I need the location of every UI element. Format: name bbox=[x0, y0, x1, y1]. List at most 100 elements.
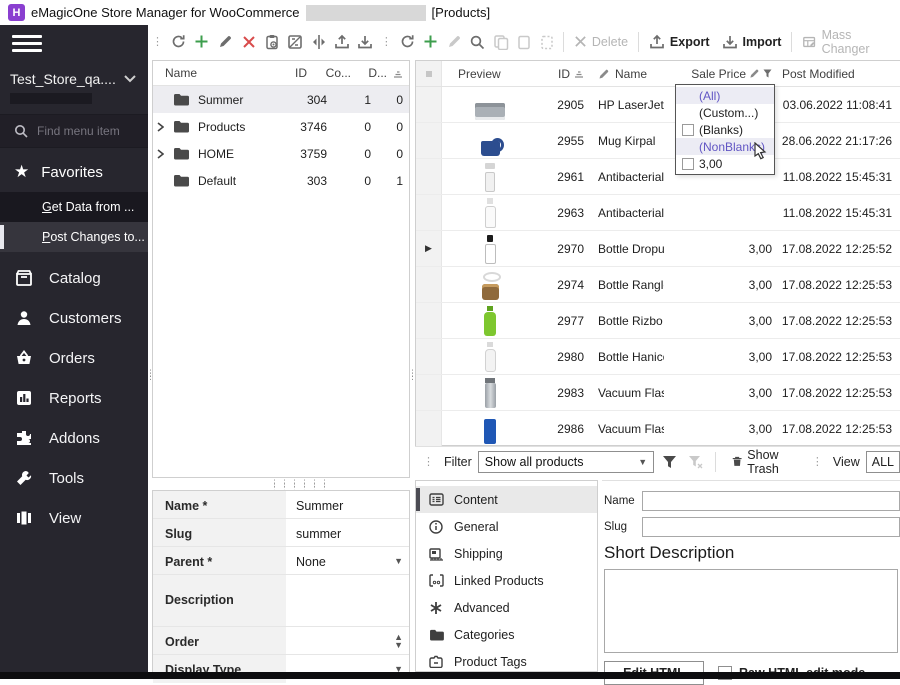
filter-icon[interactable] bbox=[763, 69, 772, 78]
paste-button[interactable] bbox=[512, 30, 535, 54]
product-row[interactable]: 2977 Bottle Rizbo 3,00 17.08.2022 12:25:… bbox=[416, 303, 900, 339]
store-selector[interactable]: Test_Store_qa.... bbox=[0, 57, 148, 89]
product-name-input[interactable] bbox=[642, 491, 900, 511]
tab-categories[interactable]: Categories bbox=[416, 621, 597, 648]
split-columns-button[interactable] bbox=[307, 30, 330, 54]
column-header-sale-price[interactable]: Sale Price bbox=[664, 67, 772, 81]
sidebar-item-orders[interactable]: Orders bbox=[0, 338, 148, 378]
column-header-count[interactable]: Co... bbox=[307, 66, 351, 80]
mass-changer-button[interactable]: Mass Changer bbox=[796, 28, 900, 56]
search-products-button[interactable] bbox=[466, 30, 489, 54]
hamburger-menu-icon[interactable] bbox=[12, 35, 42, 57]
sidebar-item-customers[interactable]: Customers bbox=[0, 298, 148, 338]
sort-icon[interactable] bbox=[387, 69, 409, 78]
sidebar-item-addons[interactable]: Addons bbox=[0, 418, 148, 458]
splitter-grip[interactable]: ⋮⋮ bbox=[146, 372, 152, 378]
product-row[interactable]: 2974 Bottle Rangler 3,00 17.08.2022 12:2… bbox=[416, 267, 900, 303]
product-row[interactable]: 2980 Bottle Hanicol 3,00 17.08.2022 12:2… bbox=[416, 339, 900, 375]
product-row[interactable]: ▶ 2970 Bottle Dropun 3,00 17.08.2022 12:… bbox=[416, 231, 900, 267]
sidebar-item-catalog[interactable]: Catalog bbox=[0, 258, 148, 298]
field-label-parent: Parent * bbox=[153, 547, 286, 574]
name-field[interactable]: Summer bbox=[286, 491, 409, 518]
sidebar-item-view[interactable]: View bbox=[0, 498, 148, 538]
edit-category-button[interactable] bbox=[214, 30, 237, 54]
column-header-name[interactable]: Name bbox=[584, 67, 664, 81]
expander-icon[interactable] bbox=[157, 149, 171, 159]
view-mode-select[interactable]: ALL bbox=[866, 451, 900, 473]
paste-special-button[interactable] bbox=[536, 30, 559, 54]
product-slug-input[interactable] bbox=[642, 517, 900, 537]
sidebar-item-post-changes[interactable]: Post Changes to... bbox=[0, 222, 148, 252]
checkbox[interactable] bbox=[682, 124, 694, 136]
search-input[interactable] bbox=[37, 124, 137, 138]
product-row[interactable]: 2983 Vacuum Flask Kaucex 3,00 17.08.2022… bbox=[416, 375, 900, 411]
spinner-icons[interactable]: ▲▼ bbox=[394, 633, 403, 649]
column-header-d[interactable]: D... bbox=[351, 66, 387, 80]
product-row[interactable]: 2986 Vacuum Flask Plusek 3,00 17.08.2022… bbox=[416, 411, 900, 447]
product-row[interactable]: 2961 Antibacterial Bottle Co 11.08.2022 … bbox=[416, 159, 900, 195]
description-field[interactable] bbox=[286, 575, 409, 626]
tab-product-tags[interactable]: Product Tags bbox=[416, 648, 597, 675]
sidebar-item-get-data[interactable]: Get Data from ... bbox=[0, 192, 148, 222]
add-category-button[interactable] bbox=[190, 30, 213, 54]
export-categories-icon[interactable] bbox=[330, 30, 353, 54]
tab-shipping[interactable]: Shipping bbox=[416, 540, 597, 567]
splitter-grip[interactable]: ⋮⋮⋮⋮⋮⋮⋮⋮⋮⋮⋮⋮ bbox=[270, 481, 294, 489]
filter-option-all[interactable]: (All) bbox=[676, 87, 774, 104]
add-product-button[interactable] bbox=[419, 30, 442, 54]
refresh-categories-button[interactable] bbox=[167, 30, 190, 54]
tab-advanced[interactable]: Advanced bbox=[416, 594, 597, 621]
toolbar: ⋮ ⋮ Delete Export Import Mass Changer bbox=[148, 25, 900, 58]
sidebar-search[interactable] bbox=[0, 114, 148, 148]
delete-category-button[interactable] bbox=[237, 30, 260, 54]
parent-select[interactable]: None ▼ bbox=[286, 547, 409, 574]
edit-product-button[interactable] bbox=[442, 30, 465, 54]
refresh-products-button[interactable] bbox=[396, 30, 419, 54]
toolbar-grip[interactable]: ⋮ bbox=[381, 35, 392, 48]
splitter-grip[interactable]: ⋮⋮ bbox=[408, 372, 414, 378]
column-header-id[interactable]: ID bbox=[259, 66, 307, 80]
column-header-name[interactable]: Name bbox=[153, 66, 259, 80]
product-row[interactable]: 2905 HP LaserJet 1300n Prin 03.06.2022 1… bbox=[416, 87, 900, 123]
toolbar-grip[interactable]: ⋮ bbox=[812, 455, 823, 468]
order-stepper[interactable]: ▲▼ bbox=[286, 627, 409, 654]
import-button[interactable]: Import bbox=[716, 34, 788, 50]
filter-select[interactable]: Show all products ▼ bbox=[478, 451, 654, 473]
show-trash-button[interactable]: Show Trash bbox=[726, 448, 802, 476]
column-header-preview[interactable]: Preview bbox=[442, 67, 538, 81]
category-row-default[interactable]: Default 303 0 1 bbox=[153, 167, 409, 194]
image-adjust-button[interactable] bbox=[284, 30, 307, 54]
category-row-summer[interactable]: Summer 304 1 0 bbox=[153, 86, 409, 113]
export-button[interactable]: Export bbox=[643, 34, 716, 50]
column-header-id[interactable]: ID bbox=[538, 67, 584, 81]
sidebar-item-favorites[interactable]: ★ Favorites bbox=[0, 148, 148, 192]
product-row[interactable]: 2963 Antibacterial Bottle Gli 11.08.2022… bbox=[416, 195, 900, 231]
apply-filter-icon[interactable] bbox=[660, 450, 680, 474]
expander-icon[interactable] bbox=[157, 122, 171, 132]
column-header-post-modified[interactable]: Post Modified bbox=[772, 67, 900, 81]
sidebar-item-tools[interactable]: Tools bbox=[0, 458, 148, 498]
field-label-description: Description bbox=[153, 575, 286, 626]
checkbox[interactable] bbox=[682, 158, 694, 170]
import-categories-icon[interactable] bbox=[354, 30, 377, 54]
filter-option-custom[interactable]: (Custom...) bbox=[676, 104, 774, 121]
delete-product-button[interactable]: Delete bbox=[568, 35, 634, 49]
clear-filter-icon[interactable] bbox=[686, 450, 706, 474]
tools-icon bbox=[14, 469, 34, 487]
preview-clipboard-button[interactable] bbox=[260, 30, 283, 54]
short-description-textarea[interactable] bbox=[604, 569, 898, 653]
filter-option-blanks[interactable]: (Blanks) bbox=[676, 121, 774, 138]
copy-button[interactable] bbox=[489, 30, 512, 54]
tab-general[interactable]: General bbox=[416, 513, 597, 540]
slug-field[interactable]: summer bbox=[286, 519, 409, 546]
category-row-home[interactable]: HOME 3759 0 0 bbox=[153, 140, 409, 167]
tab-content[interactable]: Content bbox=[416, 486, 597, 513]
tab-linked-products[interactable]: Linked Products bbox=[416, 567, 597, 594]
sidebar-item-reports[interactable]: Reports bbox=[0, 378, 148, 418]
mouse-cursor bbox=[754, 142, 768, 160]
product-row[interactable]: 2955 Mug Kirpal 28.06.2022 21:17:26 bbox=[416, 123, 900, 159]
toolbar-grip[interactable]: ⋮ bbox=[152, 35, 163, 48]
toolbar-grip[interactable]: ⋮ bbox=[423, 455, 434, 468]
view-label: View bbox=[833, 455, 860, 469]
category-row-products[interactable]: Products 3746 0 0 bbox=[153, 113, 409, 140]
